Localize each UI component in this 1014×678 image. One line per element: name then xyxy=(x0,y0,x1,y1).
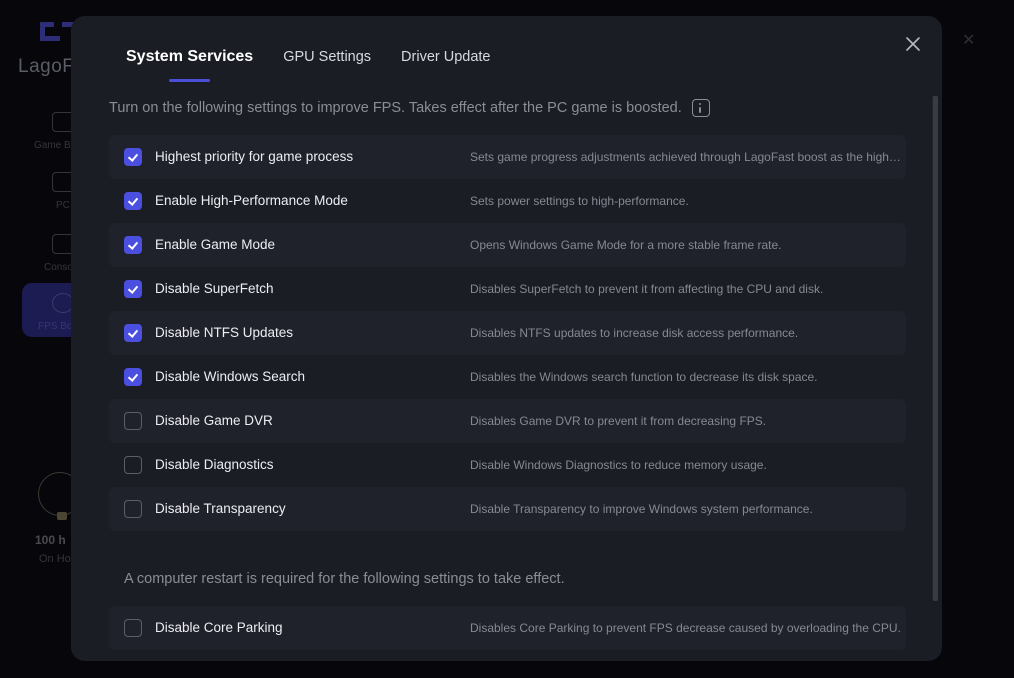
close-icon xyxy=(906,37,920,51)
vip-badge-icon xyxy=(57,512,67,520)
checkbox[interactable] xyxy=(124,324,142,342)
status-text: On Ho xyxy=(39,553,71,565)
background-close-icon: ✕ xyxy=(962,32,976,49)
info-icon[interactable] xyxy=(691,99,710,117)
checkbox[interactable] xyxy=(124,192,142,210)
checkbox[interactable] xyxy=(124,456,142,474)
setting-label: Disable Game DVR xyxy=(155,413,273,428)
checkbox[interactable] xyxy=(124,500,142,518)
setting-description: Opens Windows Game Mode for a more stabl… xyxy=(470,238,782,252)
scrollbar-thumb[interactable] xyxy=(933,96,938,601)
setting-description: Disables NTFS updates to increase disk a… xyxy=(470,326,799,340)
setting-description: Sets power settings to high-performance. xyxy=(470,194,689,208)
settings-list: Highest priority for game process Sets g… xyxy=(109,135,906,531)
setting-row: Enable Game Mode Opens Windows Game Mode… xyxy=(109,223,906,267)
setting-label: Disable Transparency xyxy=(155,501,286,516)
setting-label: Disable Core Parking xyxy=(155,620,283,635)
tab-system-services[interactable]: System Services xyxy=(126,48,253,66)
setting-label: Enable Game Mode xyxy=(155,237,276,252)
setting-row: Highest priority for game process Sets g… xyxy=(109,135,906,179)
hours-remaining: 100 h xyxy=(35,533,66,547)
logo-text: LagoF xyxy=(18,56,75,77)
tab-bar: System Services GPU Settings Driver Upda… xyxy=(126,48,491,66)
setting-description: Disables Core Parking to prevent FPS dec… xyxy=(470,621,901,635)
setting-description: Disables Game DVR to prevent it from dec… xyxy=(470,414,767,428)
restart-note: A computer restart is required for the f… xyxy=(124,571,565,587)
checkbox[interactable] xyxy=(124,368,142,386)
tab-driver-update[interactable]: Driver Update xyxy=(401,49,490,65)
setting-description: Disable Windows Diagnostics to reduce me… xyxy=(470,458,767,472)
active-tab-indicator xyxy=(169,79,210,82)
restart-settings-list: Disable Core Parking Disables Core Parki… xyxy=(109,606,906,650)
checkbox[interactable] xyxy=(124,619,142,637)
setting-row: Disable Core Parking Disables Core Parki… xyxy=(109,606,906,650)
checkbox[interactable] xyxy=(124,236,142,254)
setting-description: Disables SuperFetch to prevent it from a… xyxy=(470,282,824,296)
setting-label: Disable Diagnostics xyxy=(155,457,274,472)
setting-label: Disable SuperFetch xyxy=(155,281,274,296)
checkbox[interactable] xyxy=(124,412,142,430)
close-button[interactable] xyxy=(904,35,922,53)
setting-label: Highest priority for game process xyxy=(155,149,354,164)
setting-description: Disables the Windows search function to … xyxy=(470,370,818,384)
setting-row: Disable Transparency Disable Transparenc… xyxy=(109,487,906,531)
tab-gpu-settings[interactable]: GPU Settings xyxy=(283,49,371,65)
setting-label: Disable Windows Search xyxy=(155,369,306,384)
setting-row: Enable High-Performance Mode Sets power … xyxy=(109,179,906,223)
setting-label: Enable High-Performance Mode xyxy=(155,193,348,208)
intro-text: Turn on the following settings to improv… xyxy=(109,100,682,116)
checkbox[interactable] xyxy=(124,148,142,166)
fps-boost-settings-dialog: System Services GPU Settings Driver Upda… xyxy=(71,16,942,661)
app-window: LagoF Game B PC Conso FPS Bo 100 h On Ho… xyxy=(0,0,1014,678)
setting-row: Disable Windows Search Disables the Wind… xyxy=(109,355,906,399)
checkbox[interactable] xyxy=(124,280,142,298)
setting-description: Disable Transparency to improve Windows … xyxy=(470,502,813,516)
setting-row: Disable Diagnostics Disable Windows Diag… xyxy=(109,443,906,487)
setting-row: Disable NTFS Updates Disables NTFS updat… xyxy=(109,311,906,355)
setting-row: Disable Game DVR Disables Game DVR to pr… xyxy=(109,399,906,443)
setting-row: Disable SuperFetch Disables SuperFetch t… xyxy=(109,267,906,311)
intro-text-row: Turn on the following settings to improv… xyxy=(109,99,710,117)
setting-description: Sets game progress adjustments achieved … xyxy=(470,150,902,164)
setting-label: Disable NTFS Updates xyxy=(155,325,294,340)
